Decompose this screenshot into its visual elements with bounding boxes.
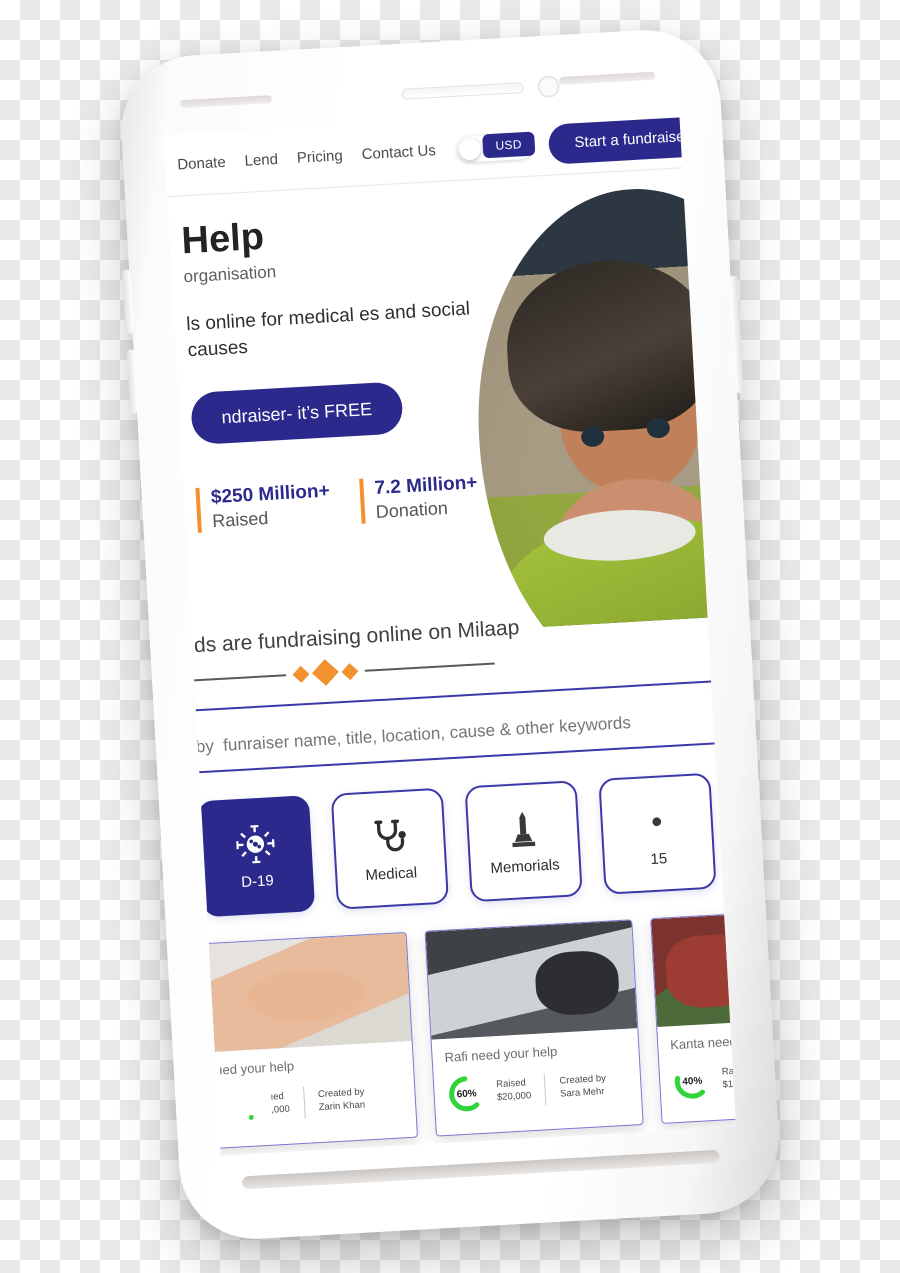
category-chips: D-19 Medical Memorials 15 — [164, 770, 736, 920]
hero-text-block: Help organisation ls online for medical … — [180, 206, 493, 446]
progress-ring: 40% — [671, 1060, 713, 1102]
campaign-raised-label: ıed — [270, 1091, 285, 1103]
campaign-photo-patient — [425, 920, 638, 1040]
hero-photo-eye-right — [646, 417, 671, 439]
progress-percent-label: 40% — [682, 1075, 703, 1088]
stat-raised-label: Raised — [211, 507, 269, 532]
deco-line-left — [190, 673, 287, 682]
campaign-card-list: ıed your help ıed ,000 Created by Zarin … — [165, 906, 736, 1151]
category-label-fourth: 15 — [650, 849, 668, 868]
campaign-creator-name: Zarin Khan — [318, 1099, 366, 1114]
hero-photo-eye-left — [580, 426, 606, 448]
progress-percent-label — [220, 1085, 262, 1127]
nav-link-donate[interactable]: Donate — [177, 154, 226, 174]
campaign-creator: Created by Zarin Khan — [318, 1087, 366, 1115]
campaign-photo-family — [651, 907, 736, 1028]
category-chip-covid-19[interactable]: D-19 — [196, 795, 316, 918]
deco-diamond-small-left — [292, 665, 310, 683]
campaign-raised: Raised $20,000 — [496, 1077, 532, 1105]
stat-raised: $250 Million+ Raised — [195, 480, 332, 533]
stat-donation-value: 7.2 Million+ — [373, 472, 478, 499]
hero-stats: $250 Million+ Raised 7.2 Million+ Donati… — [195, 472, 480, 533]
phone-mockup: Donate Lend Pricing Contact Us USD Start… — [117, 26, 783, 1243]
campaign-meta: 60% Raised $20,000 Created by Sara Mehr — [433, 1060, 642, 1135]
stat-donation-label: Donation — [375, 497, 449, 522]
campaign-image — [199, 932, 412, 1053]
campaign-raised: ıed ,000 — [270, 1091, 290, 1118]
campaign-creator: Created by Sara Mehr — [559, 1073, 607, 1101]
progress-percent-label: 60% — [456, 1087, 477, 1100]
deco-diamond-large — [312, 659, 339, 686]
nav-link-pricing[interactable]: Pricing — [296, 147, 343, 167]
campaign-meta-divider — [302, 1086, 306, 1119]
campaign-image — [425, 920, 638, 1040]
stethoscope-icon — [367, 814, 411, 858]
stat-donation: 7.2 Million+ Donation — [358, 472, 480, 524]
category-label-memorials: Memorials — [490, 855, 561, 877]
category-chip-medical[interactable]: Medical — [330, 787, 450, 910]
currency-label: USD — [481, 131, 536, 158]
campaign-creator-name: Sara Mehr — [559, 1086, 605, 1100]
campaign-raised-amount: $20,000 — [496, 1090, 532, 1104]
currency-toggle-knob — [458, 137, 482, 161]
category-label-covid-19: D-19 — [240, 871, 275, 891]
campaign-meta: ıed ,000 Created by Zarin Khan — [208, 1073, 417, 1148]
currency-toggle[interactable]: USD — [456, 131, 536, 163]
phone-screen: Donate Lend Pricing Contact Us USD Start… — [163, 106, 736, 1156]
hero-description: ls online for medical es and social caus… — [185, 298, 471, 361]
hero-photo-hair — [502, 255, 717, 437]
hero-section: Help organisation ls online for medical … — [164, 166, 736, 649]
deco-diamond-small-right — [341, 662, 359, 680]
campaign-card[interactable]: ıed your help ıed ,000 Created by Zarin … — [198, 931, 419, 1150]
monument-icon — [501, 807, 545, 851]
campaign-card[interactable]: Rafi need your help 60% Raised $20,000 C… — [424, 919, 644, 1137]
campaign-meta: 40% Raised $12,000 — [659, 1047, 736, 1122]
campaign-meta-divider — [543, 1073, 547, 1106]
campaign-card[interactable]: Kanta need your help 40% Raised $12,000 — [650, 906, 736, 1124]
search-section — [164, 677, 736, 776]
campaign-photo-baby — [199, 932, 412, 1053]
nav-link-lend[interactable]: Lend — [244, 151, 278, 170]
progress-ring — [220, 1085, 262, 1127]
dot-icon — [635, 799, 679, 843]
progress-ring: 60% — [446, 1073, 488, 1115]
nav-link-contact-us[interactable]: Contact Us — [361, 142, 436, 163]
deco-line-right — [364, 662, 495, 672]
campaign-raised-amount: ,000 — [270, 1103, 291, 1116]
hero-cta-button[interactable]: ndraiser- it’s FREE — [190, 381, 404, 446]
category-chip-memorials[interactable]: Memorials — [464, 780, 583, 903]
category-label-medical: Medical — [364, 863, 418, 884]
website-page: Donate Lend Pricing Contact Us USD Start… — [163, 106, 736, 1156]
virus-icon — [233, 822, 277, 866]
category-chip-fourth[interactable]: 15 — [598, 772, 717, 895]
campaign-image — [651, 907, 736, 1028]
